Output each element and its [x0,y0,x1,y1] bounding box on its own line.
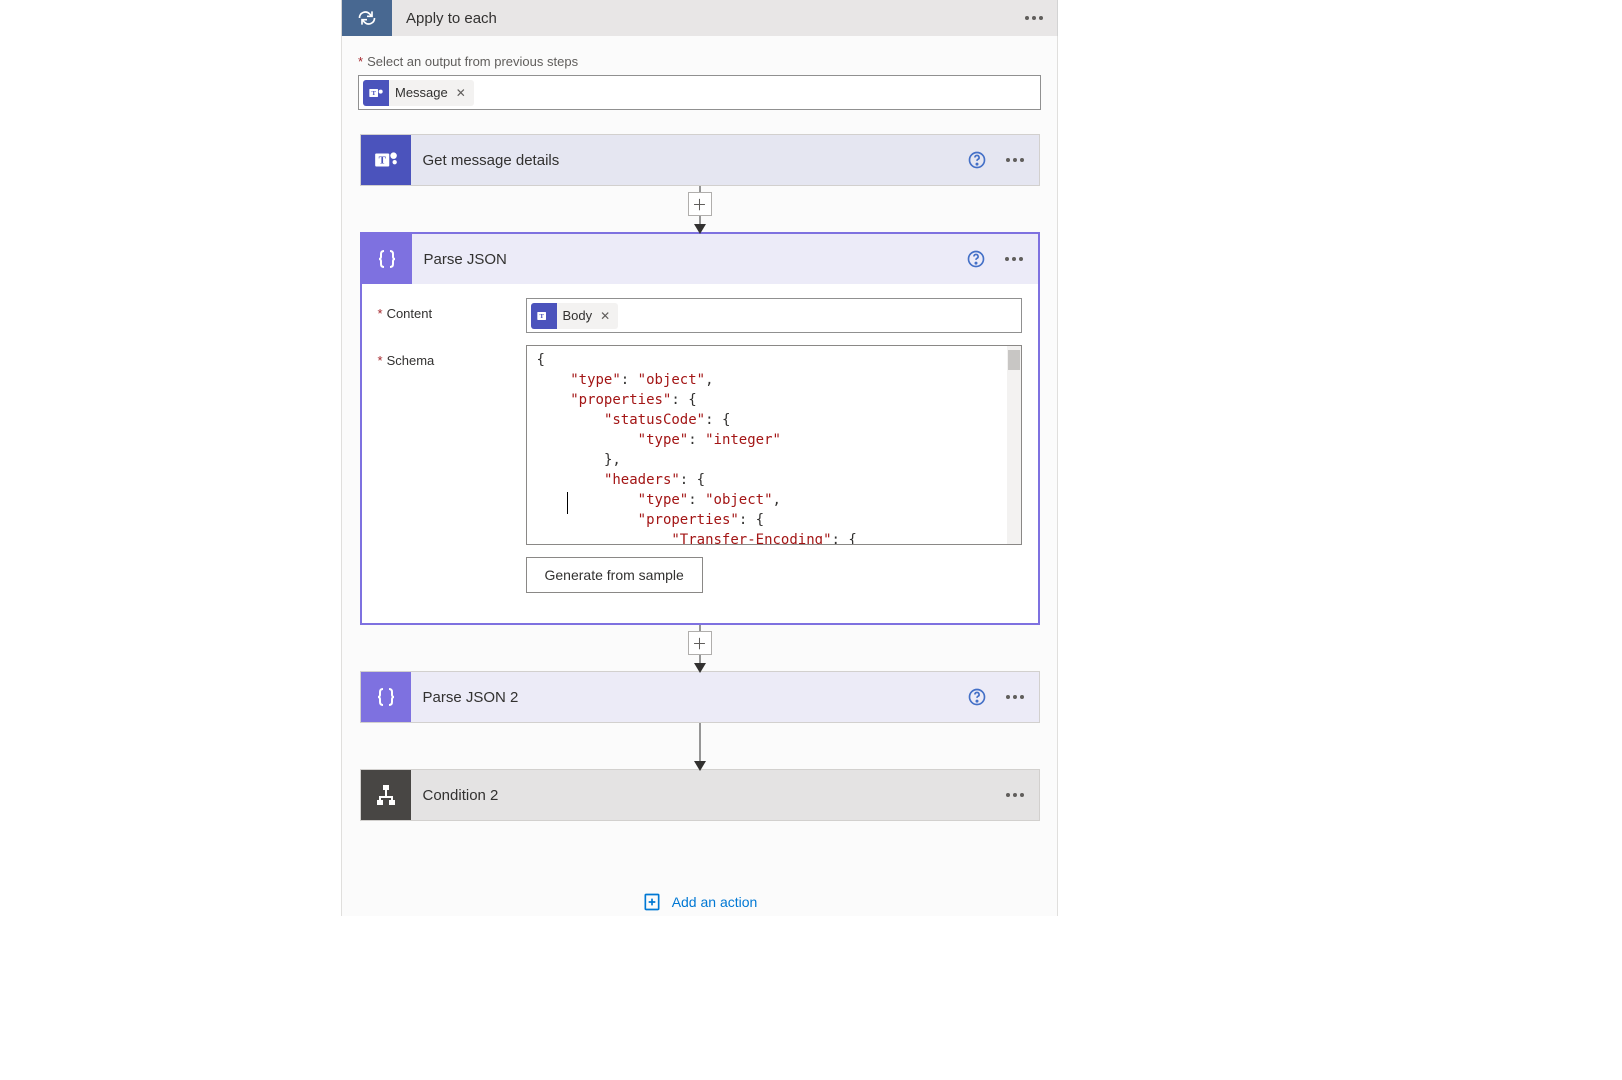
more-button[interactable] [1000,245,1028,273]
content-input[interactable]: T Body ✕ [526,298,1022,333]
message-token-label: Message [395,85,448,100]
get-message-details-title: Get message details [411,152,963,169]
loop-icon [342,0,392,36]
condition-2-title: Condition 2 [411,787,1001,804]
teams-icon: T [363,80,389,106]
add-an-action-label: Add an action [672,894,758,910]
insert-step-button[interactable]: ＋ [688,192,712,216]
condition-2-card[interactable]: Condition 2 [360,769,1040,821]
schema-textarea[interactable]: { "type": "object", "properties": { "sta… [526,345,1022,545]
schema-label: *Schema [378,345,526,368]
svg-text:T: T [539,313,544,320]
svg-text:T: T [378,154,386,166]
svg-text:T: T [371,90,376,97]
select-output-input[interactable]: T Message ✕ [358,75,1041,110]
help-button[interactable] [962,245,990,273]
teams-icon: T [361,135,411,185]
body-token-remove[interactable]: ✕ [598,309,612,323]
parse-json-icon [361,672,411,722]
message-token[interactable]: T Message ✕ [363,80,474,106]
parse-json-card[interactable]: Parse JSON *Content [360,232,1040,625]
connector: ＋ [360,186,1040,232]
help-button[interactable] [963,683,991,711]
apply-to-each-title: Apply to each [392,10,1011,27]
scrollbar[interactable] [1007,346,1021,544]
connector: ＋ [360,625,1040,671]
parse-json-icon [362,234,412,284]
teams-icon: T [531,303,557,329]
select-output-label: *Select an output from previous steps [358,54,1041,69]
body-token-label: Body [563,308,593,323]
add-an-action-button[interactable]: Add an action [342,882,1057,916]
more-button[interactable] [1001,781,1029,809]
body-token[interactable]: T Body ✕ [531,303,619,329]
content-label: *Content [378,298,526,321]
parse-json-2-card[interactable]: Parse JSON 2 [360,671,1040,723]
more-button[interactable] [1001,146,1029,174]
generate-from-sample-button[interactable]: Generate from sample [526,557,703,593]
message-token-remove[interactable]: ✕ [454,86,468,100]
apply-to-each-header[interactable]: Apply to each [341,0,1058,36]
parse-json-title: Parse JSON [412,251,962,268]
apply-to-each-more-button[interactable] [1011,0,1057,36]
insert-step-button[interactable]: ＋ [688,631,712,655]
apply-to-each-body: *Select an output from previous steps T … [341,36,1058,916]
text-cursor [567,492,568,514]
connector [360,723,1040,769]
condition-icon [361,770,411,820]
help-button[interactable] [963,146,991,174]
get-message-details-card[interactable]: T Get message details [360,134,1040,186]
more-button[interactable] [1001,683,1029,711]
parse-json-2-title: Parse JSON 2 [411,689,963,706]
flow-canvas: Apply to each *Select an output from pre… [0,0,1622,1080]
